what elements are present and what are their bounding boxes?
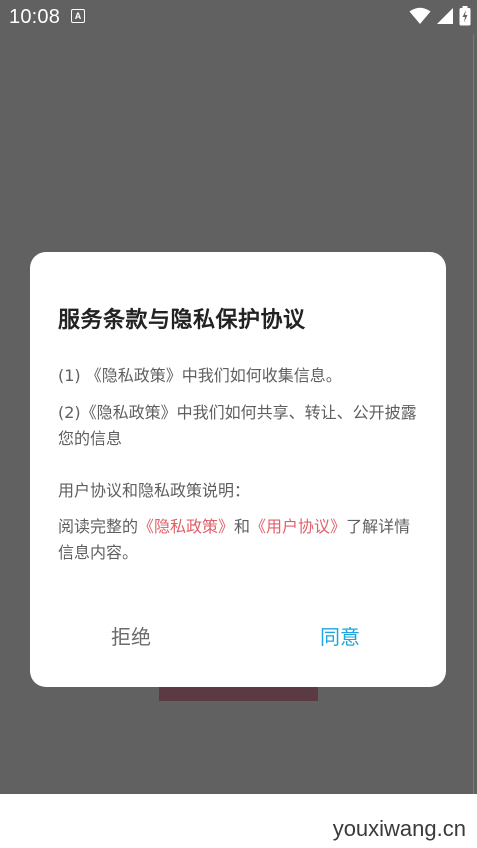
- dialog-paragraph-share: (2)《隐私政策》中我们如何共享、转让、公开披露您的信息: [58, 403, 417, 448]
- dialog-paragraph-explanation: 用户协议和隐私政策说明：: [58, 481, 251, 500]
- screen: 10:08 A 服务条款与隐私保护协议 (1) 《隐私政策》中我们如何收集信息。…: [0, 0, 477, 848]
- background-edge-line: [473, 34, 474, 794]
- notification-a-icon: A: [71, 9, 85, 23]
- signal-icon: [436, 7, 454, 25]
- dialog-paragraph-collect: (1) 《隐私政策》中我们如何收集信息。: [58, 366, 342, 385]
- status-bar: 10:08 A: [0, 0, 477, 34]
- read-full-text-and: 和: [234, 517, 251, 536]
- status-icons: [409, 6, 471, 26]
- privacy-dialog: 服务条款与隐私保护协议 (1) 《隐私政策》中我们如何收集信息。 (2)《隐私政…: [30, 252, 446, 687]
- status-time: 10:08: [9, 6, 61, 28]
- refuse-button[interactable]: 拒绝: [111, 622, 151, 652]
- battery-charging-icon: [459, 6, 471, 26]
- dialog-paragraph-read-full: 阅读完整的《隐私政策》和《用户协议》了解详情信息内容。: [58, 514, 422, 566]
- agree-button[interactable]: 同意: [320, 622, 360, 652]
- watermark: youxiwang.cn: [330, 816, 468, 842]
- privacy-policy-link[interactable]: 《隐私政策》: [138, 517, 234, 536]
- wifi-icon: [409, 7, 431, 25]
- user-agreement-link[interactable]: 《用户协议》: [250, 517, 346, 536]
- read-full-text-start: 阅读完整的: [58, 517, 139, 536]
- dialog-title: 服务条款与隐私保护协议: [58, 308, 306, 333]
